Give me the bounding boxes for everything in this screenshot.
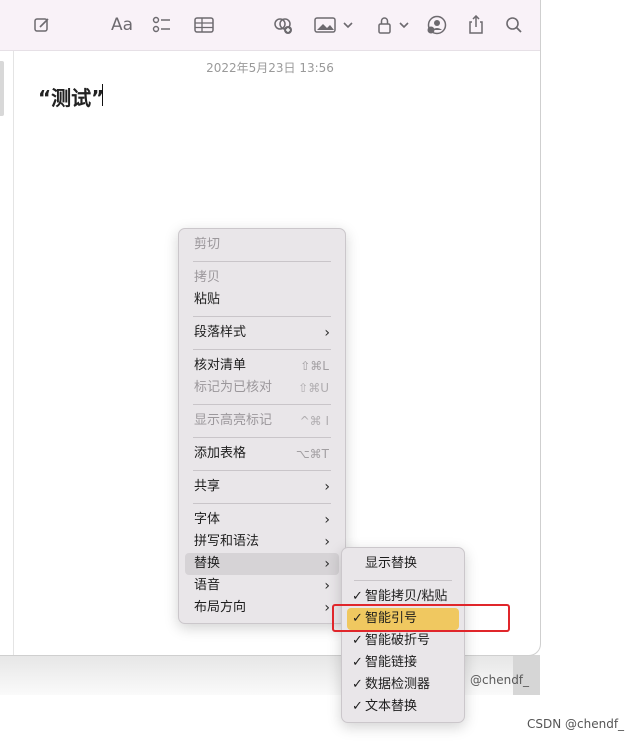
shortcut-label: ⇧⌘L (300, 359, 329, 373)
menu-item-copy[interactable]: 拷贝 (185, 267, 339, 289)
checkmark-icon: ✓ (352, 677, 363, 692)
menu-separator (193, 261, 331, 262)
chevron-right-icon: › (324, 556, 330, 572)
menu-item-spelling[interactable]: 拼写和语法 › (185, 531, 339, 553)
menu-item-mark-checked[interactable]: 标记为已核对 ⇧⌘U (185, 377, 339, 399)
submenu-item-smart-dashes[interactable]: ✓ 智能破折号 (347, 630, 459, 652)
chevron-right-icon: › (324, 479, 330, 495)
submenu-item-data-detectors[interactable]: ✓ 数据检测器 (347, 674, 459, 696)
csdn-watermark: CSDN @chendf_ (527, 717, 625, 731)
menu-separator (193, 404, 331, 405)
chevron-right-icon: › (324, 534, 330, 550)
search-icon[interactable] (503, 12, 525, 38)
submenu-item-text-replacement[interactable]: ✓ 文本替换 (347, 696, 459, 718)
menu-separator (193, 349, 331, 350)
menu-separator (193, 437, 331, 438)
media-icon[interactable] (313, 12, 355, 38)
share-icon[interactable] (465, 12, 487, 38)
context-menu: 剪切 拷贝 粘贴 段落样式 › 核对清单 ⇧⌘L 标记为已核对 ⇧⌘U 显示高亮标记 ^… (178, 228, 346, 624)
note-title[interactable]: “测试” (38, 82, 104, 111)
substitutions-submenu: 显示替换 ✓ 智能拷贝/粘贴 ✓ 智能引号 ✓ 智能破折号 ✓ 智能链接 ✓ 数据检测器 … (341, 547, 465, 723)
menu-item-add-table[interactable]: 添加表格 ⌥⌘T (185, 443, 339, 465)
menu-item-font[interactable]: 字体 › (185, 509, 339, 531)
menu-item-checklist[interactable]: 核对清单 ⇧⌘L (185, 355, 339, 377)
text-format-icon[interactable]: Aa (108, 12, 136, 38)
checkmark-icon: ✓ (352, 699, 363, 714)
menu-item-cut[interactable]: 剪切 (185, 234, 339, 256)
chevron-right-icon: › (324, 578, 330, 594)
menu-item-substitutions[interactable]: 替换 › (185, 553, 339, 575)
selected-note-indicator (0, 61, 4, 116)
chevron-right-icon: › (324, 600, 330, 616)
account-icon[interactable] (425, 12, 449, 38)
submenu-item-show-substitutions[interactable]: 显示替换 (347, 553, 459, 575)
submenu-item-smart-links[interactable]: ✓ 智能链接 (347, 652, 459, 674)
shortcut-label: ⇧⌘U (298, 381, 329, 395)
checkmark-icon: ✓ (352, 633, 363, 648)
menu-item-paragraph-style[interactable]: 段落样式 › (185, 322, 339, 344)
checklist-icon[interactable] (150, 12, 174, 38)
menu-item-show-highlights[interactable]: 显示高亮标记 ^⌘ I (185, 410, 339, 432)
shortcut-label: ⌥⌘T (295, 447, 329, 461)
toolbar: Aa (0, 0, 540, 51)
table-icon[interactable] (192, 12, 216, 38)
shortcut-label: ^⌘ I (299, 414, 329, 428)
checkmark-icon: ✓ (352, 655, 363, 670)
collaborate-icon[interactable] (270, 12, 296, 38)
chevron-right-icon: › (324, 325, 330, 341)
text-caret (102, 84, 103, 106)
annotation-highlight-box (332, 604, 510, 632)
menu-item-speech[interactable]: 语音 › (185, 575, 339, 597)
note-list-edge (0, 51, 14, 655)
menu-item-layout-direction[interactable]: 布局方向 › (185, 597, 339, 619)
menu-separator (354, 580, 452, 581)
menu-separator (193, 316, 331, 317)
compose-icon[interactable] (31, 12, 53, 38)
menu-separator (193, 470, 331, 471)
lock-icon[interactable] (375, 12, 411, 38)
note-date: 2022年5月23日 13:56 (206, 61, 334, 75)
inner-watermark: @chendf_ (470, 673, 530, 687)
menu-item-paste[interactable]: 粘贴 (185, 289, 339, 311)
chevron-right-icon: › (324, 512, 330, 528)
menu-item-share[interactable]: 共享 › (185, 476, 339, 498)
menu-separator (193, 503, 331, 504)
